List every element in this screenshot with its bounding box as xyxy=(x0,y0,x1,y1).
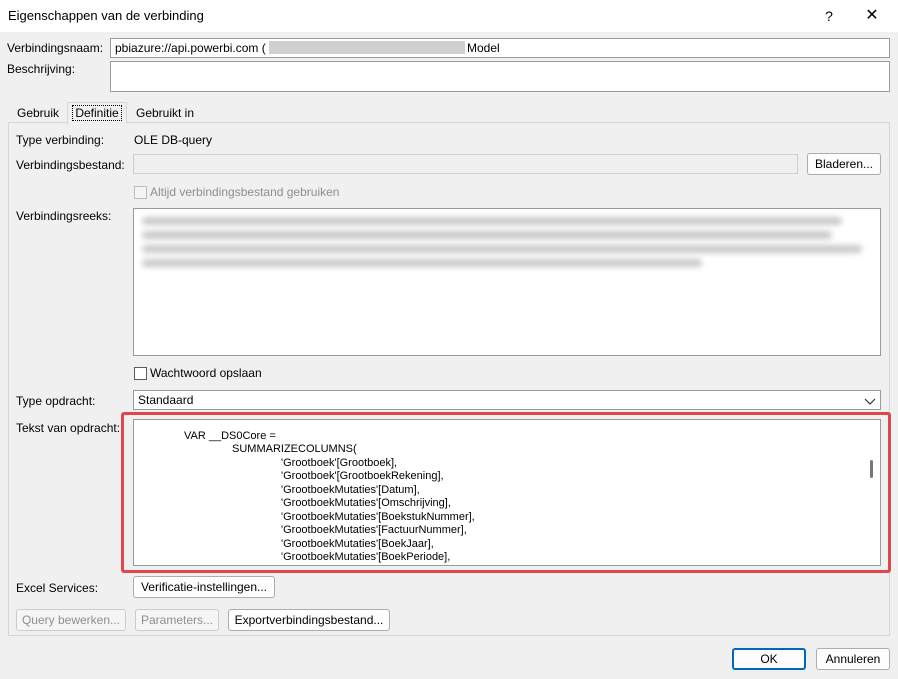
connection-file-label: Verbindingsbestand: xyxy=(16,158,125,172)
help-icon[interactable]: ? xyxy=(818,5,840,27)
always-use-file-checkbox[interactable] xyxy=(134,186,147,199)
connection-type-label: Type verbinding: xyxy=(16,133,105,147)
parameters-button[interactable]: Parameters... xyxy=(135,609,219,631)
blurred-text xyxy=(142,231,832,239)
excel-services-label: Excel Services: xyxy=(16,581,99,595)
connection-name-suffix: Model xyxy=(467,41,500,55)
tab-gebruikt-in[interactable]: Gebruikt in xyxy=(128,104,202,124)
blurred-text xyxy=(142,217,842,225)
blurred-text xyxy=(142,245,862,253)
edit-query-button[interactable]: Query bewerken... xyxy=(16,609,126,631)
chevron-down-icon[interactable] xyxy=(863,394,877,408)
command-text-label: Tekst van opdracht: xyxy=(16,421,121,435)
export-connection-button[interactable]: Exportverbindingsbestand... xyxy=(228,609,390,631)
ok-button[interactable]: OK xyxy=(732,648,806,670)
always-use-file-label: Altijd verbindingsbestand gebruiken xyxy=(150,185,340,199)
connection-name-prefix: pbiazure://api.powerbi.com ( xyxy=(115,41,266,55)
connection-file-input[interactable] xyxy=(133,154,798,174)
description-input[interactable] xyxy=(110,61,890,92)
save-password-label: Wachtwoord opslaan xyxy=(150,366,262,380)
connection-name-label: Verbindingsnaam: xyxy=(7,41,104,55)
connection-type-value: OLE DB-query xyxy=(134,133,213,147)
connection-string-textarea[interactable] xyxy=(133,208,881,356)
connection-name-input[interactable]: pbiazure://api.powerbi.com ( Model xyxy=(110,38,890,58)
command-type-select[interactable]: Standaard xyxy=(133,390,881,410)
connection-string-label: Verbindingsreeks: xyxy=(16,209,112,223)
command-type-label: Type opdracht: xyxy=(16,394,96,408)
browse-button[interactable]: Bladeren... xyxy=(807,153,881,175)
cancel-button[interactable]: Annuleren xyxy=(816,648,890,670)
description-label: Beschrijving: xyxy=(7,62,76,76)
command-type-value: Standaard xyxy=(138,393,194,407)
redacted-area xyxy=(269,41,465,54)
blurred-text xyxy=(142,259,702,267)
save-password-checkbox[interactable] xyxy=(134,367,147,380)
close-icon[interactable]: ✕ xyxy=(852,3,892,29)
tab-gebruik[interactable]: Gebruik xyxy=(10,104,66,124)
window-title: Eigenschappen van de verbinding xyxy=(8,8,204,23)
auth-settings-button[interactable]: Verificatie-instellingen... xyxy=(133,576,275,598)
tab-definitie-label: Definitie xyxy=(72,105,122,121)
highlight-box xyxy=(121,412,891,573)
tab-definitie[interactable]: Definitie xyxy=(67,102,127,124)
